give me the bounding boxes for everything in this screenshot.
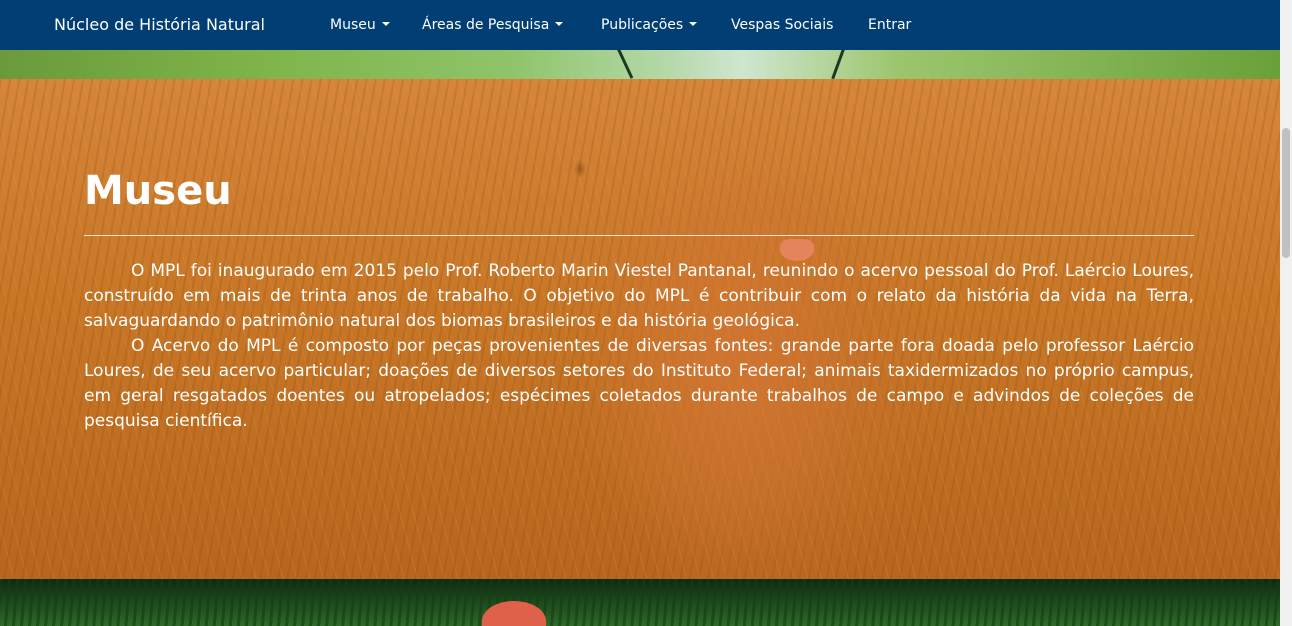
nav-item-publicacoes[interactable]: Publicações (601, 16, 698, 34)
paragraph: O Acervo do MPL é composto por peças pro… (84, 336, 1194, 431)
nav-item-entrar[interactable]: Entrar (868, 16, 911, 34)
ocelot-nose (780, 239, 814, 261)
next-section-image (0, 579, 1280, 626)
page-scrollbar[interactable] (1280, 0, 1292, 626)
paragraph: O MPL foi inaugurado em 2015 pelo Prof. … (84, 261, 1194, 331)
nav-item-label: Museu (330, 17, 376, 33)
nav-item-label: Áreas de Pesquisa (422, 17, 550, 33)
scrollbar-thumb[interactable] (1282, 128, 1290, 258)
caret-down-icon (689, 22, 698, 26)
nav-item-areas-de-pesquisa[interactable]: Áreas de Pesquisa (422, 16, 564, 34)
nav-item-label: Publicações (601, 17, 684, 33)
nav-item-label: Entrar (868, 17, 912, 33)
caret-down-icon (381, 22, 390, 26)
top-navbar: Núcleo de História Natural Museu Áreas d… (0, 0, 1280, 50)
nav-item-label: Vespas Sociais (731, 17, 834, 33)
flamingo-image (482, 601, 546, 626)
nav-item-vespas-sociais[interactable]: Vespas Sociais (731, 16, 833, 34)
section-title: Museu (84, 168, 232, 214)
previous-section-image (0, 50, 1280, 79)
nav-item-museu[interactable]: Museu (330, 16, 390, 34)
museu-section: Museu O MPL foi inaugurado em 2015 pelo … (0, 79, 1280, 579)
brand-link[interactable]: Núcleo de História Natural (54, 15, 265, 35)
title-divider (84, 235, 1194, 236)
caret-down-icon (555, 22, 564, 26)
section-text: O MPL foi inaugurado em 2015 pelo Prof. … (84, 259, 1194, 434)
